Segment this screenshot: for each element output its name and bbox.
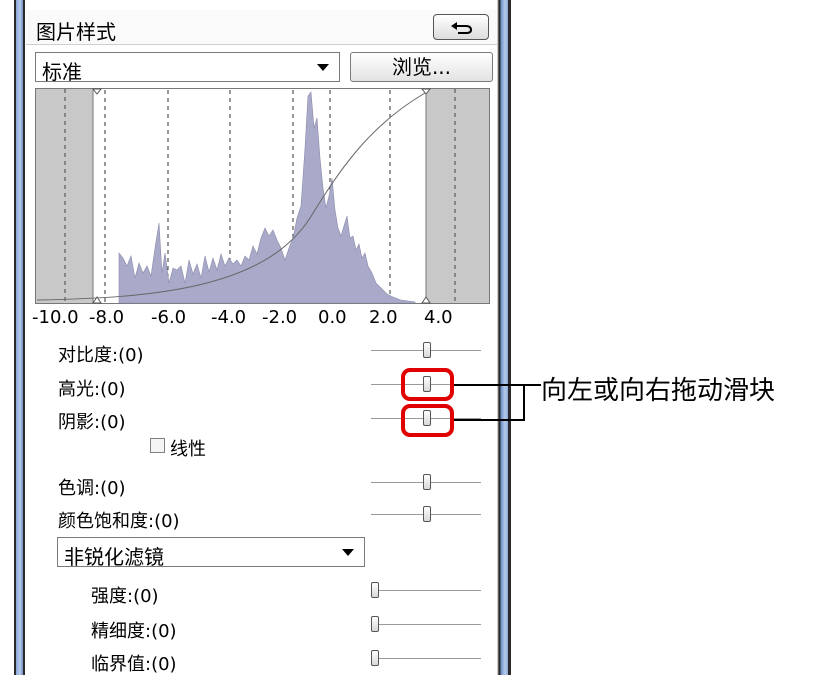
picture-style-select[interactable]: 标准 bbox=[35, 52, 340, 84]
callout-text: 向左或向右拖动滑块 bbox=[541, 376, 776, 406]
linear-checkbox[interactable] bbox=[150, 438, 165, 453]
shadow-slider-highlight bbox=[401, 404, 454, 437]
strength-slider-thumb[interactable] bbox=[371, 582, 379, 598]
tick-label: 2.0 bbox=[369, 307, 398, 328]
callout-leader-line bbox=[454, 419, 524, 421]
threshold-slider-track[interactable] bbox=[371, 658, 481, 660]
contrast-label: 对比度:(0) bbox=[58, 345, 144, 366]
tick-label: -6.0 bbox=[151, 307, 187, 328]
tick-label: 4.0 bbox=[424, 307, 453, 328]
callout-connector bbox=[523, 384, 541, 386]
tick-label: -2.0 bbox=[262, 307, 298, 328]
strength-label: 强度:(0) bbox=[91, 586, 159, 607]
tick-label: -10.0 bbox=[32, 307, 79, 328]
threshold-label: 临界值:(0) bbox=[91, 654, 177, 675]
callout-leader-line bbox=[454, 384, 524, 386]
contrast-slider-thumb[interactable] bbox=[423, 342, 431, 358]
browse-button[interactable]: 浏览... bbox=[350, 52, 493, 82]
tick-label: -4.0 bbox=[211, 307, 247, 328]
tone-curve-histogram[interactable] bbox=[35, 88, 490, 304]
sharpness-mode-value: 非锐化滤镜 bbox=[64, 545, 164, 569]
saturation-label: 颜色饱和度:(0) bbox=[58, 511, 180, 532]
threshold-slider-thumb[interactable] bbox=[371, 650, 379, 666]
saturation-slider-thumb[interactable] bbox=[423, 506, 431, 522]
window-frame-left bbox=[14, 0, 26, 675]
callout-bracket bbox=[523, 384, 525, 421]
linear-checkbox-label: 线性 bbox=[170, 439, 206, 460]
fineness-slider-thumb[interactable] bbox=[371, 616, 379, 632]
fineness-slider-track[interactable] bbox=[371, 624, 481, 626]
color-tone-slider-thumb[interactable] bbox=[423, 474, 431, 490]
undo-arrow-icon bbox=[451, 22, 473, 34]
fineness-label: 精细度:(0) bbox=[91, 621, 177, 642]
tick-label: 0.0 bbox=[318, 307, 347, 328]
highlight-label: 高光:(0) bbox=[58, 379, 126, 400]
chevron-down-icon bbox=[317, 64, 329, 71]
picture-style-value: 标准 bbox=[42, 60, 82, 84]
window-frame-right bbox=[497, 0, 511, 675]
color-tone-label: 色调:(0) bbox=[58, 478, 126, 499]
highlight-slider-highlight bbox=[401, 368, 454, 401]
undo-button[interactable] bbox=[433, 14, 489, 40]
sharpness-mode-select[interactable]: 非锐化滤镜 bbox=[57, 537, 365, 569]
tick-label: -8.0 bbox=[89, 307, 125, 328]
chevron-down-icon bbox=[342, 549, 354, 556]
panel-header: 图片样式 bbox=[26, 10, 497, 45]
panel-title: 图片样式 bbox=[36, 20, 116, 44]
strength-slider-track[interactable] bbox=[371, 590, 481, 592]
shadow-label: 阴影:(0) bbox=[58, 412, 126, 433]
